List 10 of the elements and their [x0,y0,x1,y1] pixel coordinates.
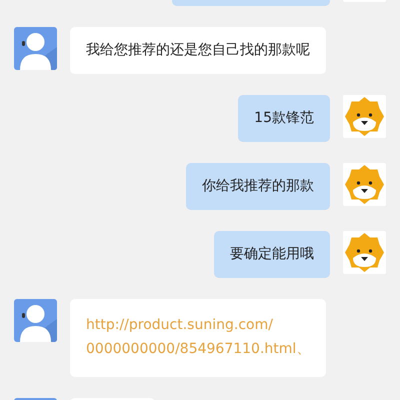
user-avatar-icon [14,299,57,342]
lion-avatar-icon [343,163,386,206]
message-bubble: 15款锋范 [238,95,330,142]
lion-avatar-icon [343,95,386,138]
message-bubble: 要确定能用哦 [214,231,330,278]
link[interactable]: http://product.suning.com/ 0000000000/854967110.html、 [86,313,310,361]
message-bubble: 我给您推荐的还是您自己找的那款呢 [70,27,326,74]
user-avatar-icon [14,27,57,70]
lion-avatar-icon [343,231,386,274]
message-bubble: 你给我推荐的那款 [186,163,330,210]
